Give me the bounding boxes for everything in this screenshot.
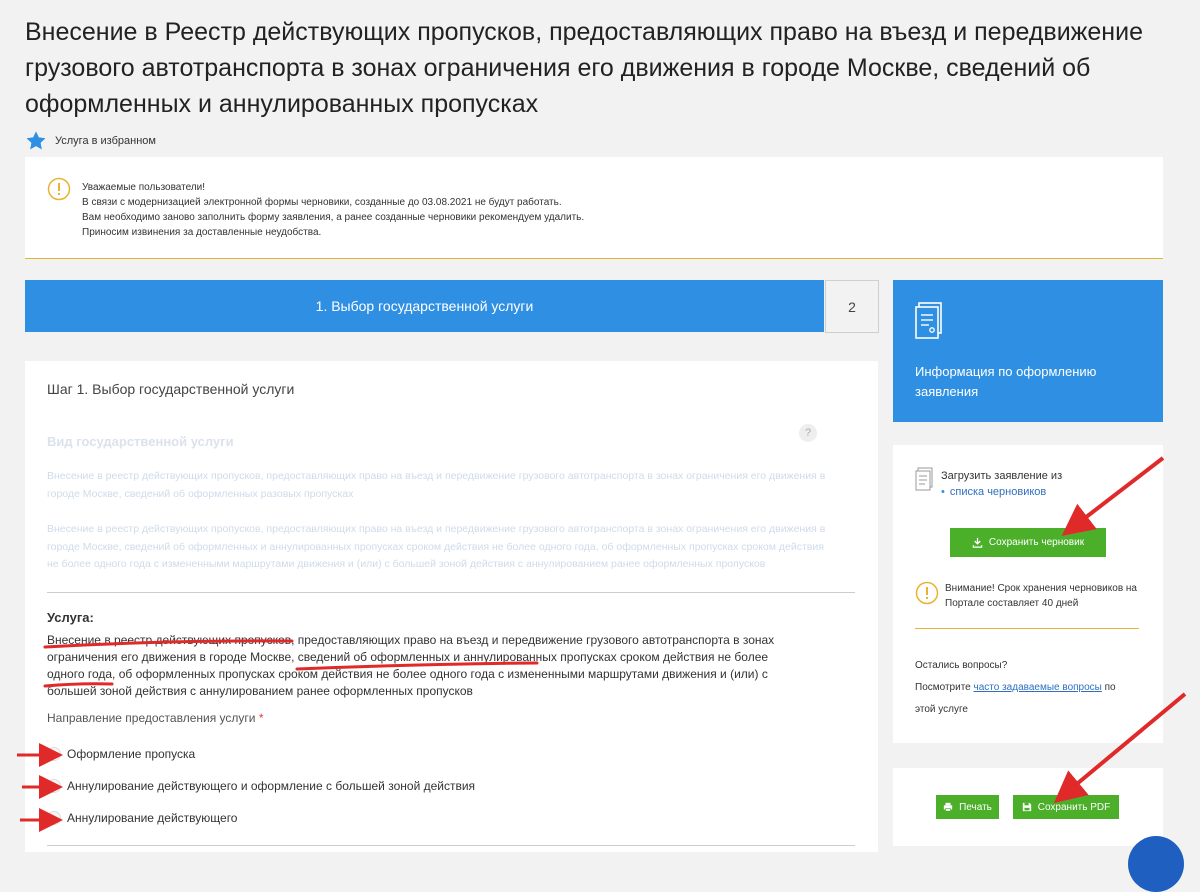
radio-option[interactable]: Аннулирование действующего	[47, 811, 237, 825]
radio-button[interactable]	[47, 811, 61, 825]
notice-line: В связи с модернизацией электронной форм…	[82, 197, 562, 208]
favorite-toggle[interactable]: Услуга в избранном	[25, 130, 156, 152]
radio-button[interactable]	[47, 779, 61, 793]
radio-label: Аннулирование действующего и оформление …	[67, 779, 476, 793]
direction-label: Направление предоставления услуги *	[47, 711, 264, 725]
favorite-label: Услуга в избранном	[55, 135, 156, 147]
draft-storage-warning: Внимание! Срок хранения черновиков на По…	[945, 583, 1137, 609]
info-panel[interactable]: Информация по оформлению заявления	[893, 280, 1163, 422]
help-icon[interactable]: ?	[799, 424, 817, 442]
floppy-icon	[1022, 802, 1031, 812]
drafts-panel: Загрузить заявление из • списка черновико…	[893, 445, 1163, 743]
step-heading: Шаг 1. Выбор государственной услуги	[47, 381, 295, 397]
service-label: Услуга:	[47, 610, 94, 625]
save-draft-button[interactable]: Сохранить черновик	[950, 528, 1106, 557]
page-title: Внесение в Реестр действующих пропусков,…	[25, 18, 1143, 118]
print-label: Печать	[959, 801, 992, 813]
help-prefix: Посмотрите	[915, 682, 971, 693]
notice-banner: Уважаемые пользователи! В связи с модерн…	[25, 157, 1163, 259]
load-draft-text: Загрузить заявление из	[941, 470, 1063, 482]
service-option[interactable]: Внесение в реестр действующих пропусков,…	[47, 468, 837, 503]
service-option[interactable]: Внесение в реестр действующих пропусков,…	[47, 521, 837, 574]
help-line: этой услуге	[915, 704, 968, 715]
radio-label: Аннулирование действующего	[67, 811, 238, 825]
form-panel: Шаг 1. Выбор государственной услуги Вид …	[25, 361, 878, 852]
print-button[interactable]: Печать	[936, 795, 999, 819]
printer-icon	[943, 802, 953, 812]
save-pdf-label: Сохранить PDF	[1037, 801, 1111, 813]
warning-icon	[47, 177, 71, 201]
help-block: Остались вопросы? Посмотрите часто задав…	[915, 655, 1145, 721]
divider	[47, 592, 855, 593]
divider	[915, 628, 1139, 629]
drafts-list-link[interactable]: списка черновиков	[950, 486, 1046, 498]
star-icon	[26, 131, 46, 150]
chat-widget-button[interactable]	[1128, 836, 1184, 892]
document-icon	[915, 302, 942, 339]
radio-button[interactable]	[47, 747, 61, 761]
save-pdf-button[interactable]: Сохранить PDF	[1013, 795, 1119, 819]
info-panel-label: Информация по оформлению заявления	[915, 364, 1097, 399]
notice-line: Приносим извинения за доставленные неудо…	[82, 227, 322, 238]
radio-label: Оформление пропуска	[67, 747, 196, 761]
service-type-label: Вид государственной услуги	[47, 434, 234, 449]
step-1-tab[interactable]: 1. Выбор государственной услуги	[25, 280, 824, 332]
step-2-tab[interactable]: 2	[825, 280, 879, 333]
required-mark: *	[258, 711, 264, 725]
direction-label-text: Направление предоставления услуги	[47, 711, 256, 725]
actions-panel: Печать Сохранить PDF	[893, 768, 1163, 846]
selected-service-text: Внесение в реестр действующих пропусков,…	[47, 633, 775, 698]
notice-line: Уважаемые пользователи!	[82, 182, 206, 193]
radio-option[interactable]: Аннулирование действующего и оформление …	[47, 779, 475, 793]
download-icon	[972, 537, 983, 548]
draft-document-icon	[915, 467, 933, 491]
bullet-icon: •	[941, 486, 945, 498]
save-draft-label: Сохранить черновик	[988, 537, 1085, 548]
notice-line: Вам необходимо заново заполнить форму за…	[82, 212, 585, 223]
warning-icon	[915, 581, 939, 605]
radio-option[interactable]: Оформление пропуска	[47, 747, 195, 761]
help-question: Остались вопросы?	[915, 660, 1008, 671]
help-suffix: по	[1104, 682, 1116, 693]
faq-link[interactable]: часто задаваемые вопросы	[974, 682, 1102, 693]
divider	[47, 845, 855, 846]
